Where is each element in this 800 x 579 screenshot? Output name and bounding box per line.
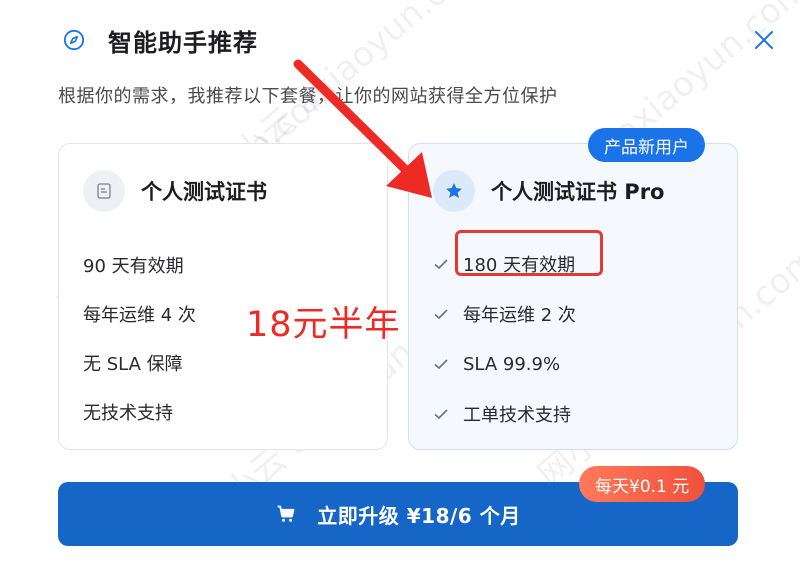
highlight-box bbox=[455, 230, 603, 276]
dialog-header: 智能助手推荐 bbox=[62, 22, 258, 58]
check-icon bbox=[431, 254, 451, 274]
check-icon bbox=[431, 354, 451, 374]
list-item: 每年运维 2 次 bbox=[431, 289, 576, 339]
arrow-annotation bbox=[293, 59, 432, 198]
dialog-title: 智能助手推荐 bbox=[108, 28, 258, 57]
compass-icon bbox=[62, 28, 86, 52]
cart-icon bbox=[275, 503, 297, 525]
close-button[interactable] bbox=[748, 26, 780, 54]
check-icon bbox=[431, 304, 451, 324]
list-item: 每年运维 4 次 bbox=[83, 304, 196, 326]
list-item: SLA 99.9% bbox=[431, 339, 576, 389]
plan-name: 个人测试证书 Pro bbox=[491, 180, 665, 204]
list-item: 工单技术支持 bbox=[431, 389, 576, 439]
feature-list: 90 天有效期 每年运维 4 次 无 SLA 保障 无技术支持 bbox=[83, 240, 196, 436]
new-user-badge: 产品新用户 bbox=[588, 128, 705, 162]
list-item: 无 SLA 保障 bbox=[83, 353, 183, 375]
daily-price-badge: 每天¥0.1 元 bbox=[579, 466, 706, 502]
list-item: 无技术支持 bbox=[83, 402, 173, 424]
close-icon bbox=[755, 31, 773, 49]
upgrade-button-label: 立即升级 ¥18/6 个月 bbox=[317, 503, 521, 528]
plan-card-pro[interactable]: 个人测试证书 Pro 180 天有效期 每年运维 2 次 SLA 99.9% 工… bbox=[408, 143, 738, 450]
plan-name: 个人测试证书 bbox=[141, 180, 267, 204]
certificate-icon bbox=[83, 170, 125, 212]
promo-annotation: 18元半年 bbox=[246, 305, 401, 345]
check-icon bbox=[431, 404, 451, 424]
list-item: 90 天有效期 bbox=[83, 255, 184, 277]
